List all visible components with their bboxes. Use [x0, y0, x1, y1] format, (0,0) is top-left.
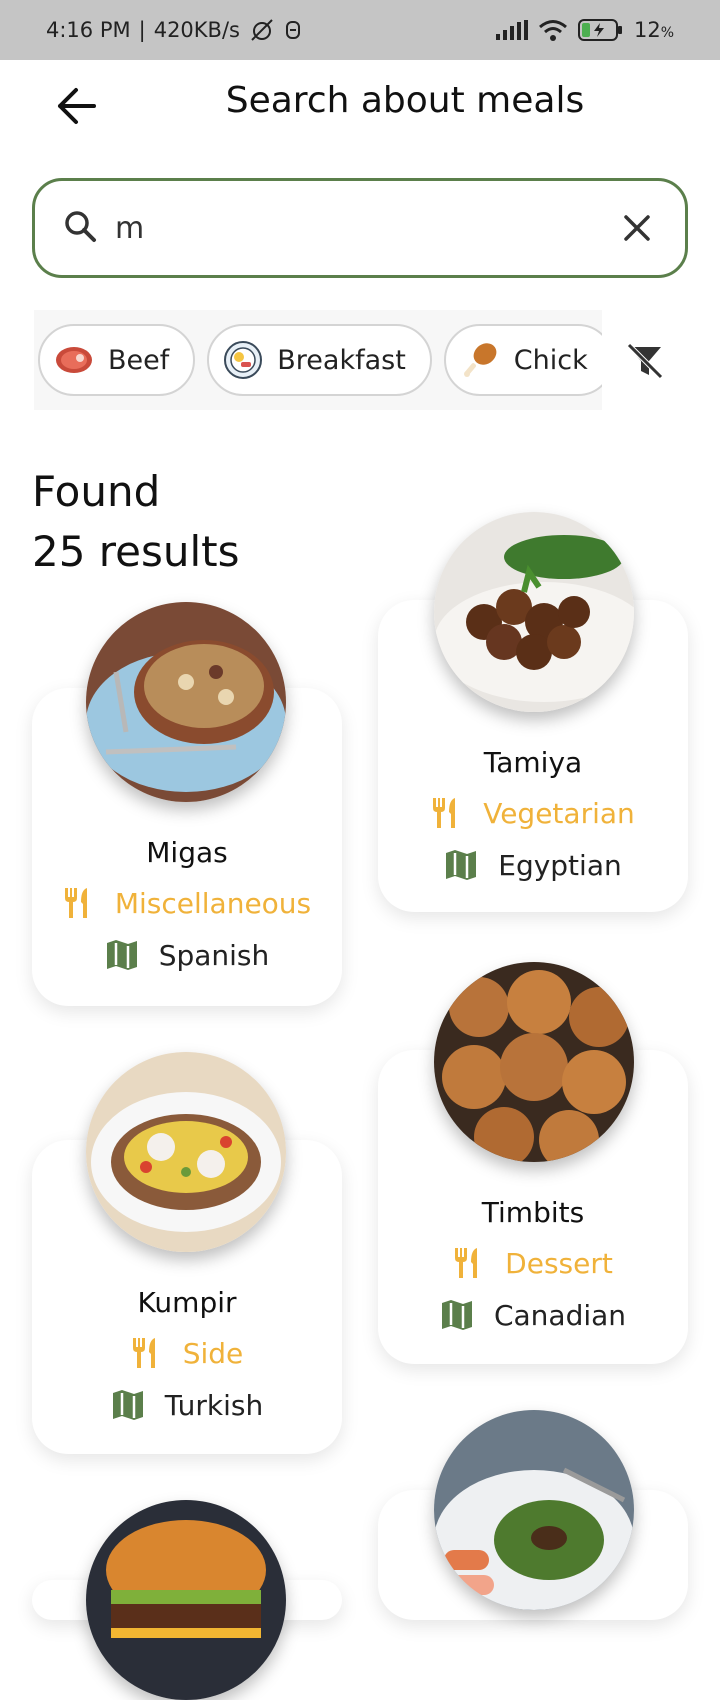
search-icon: [63, 209, 97, 247]
meal-area-row: Egyptian: [378, 848, 688, 882]
meal-category: Dessert: [505, 1246, 613, 1280]
meal-name: Timbits: [481, 1196, 585, 1229]
app-bar: Search about meals: [0, 60, 720, 150]
status-separator: |: [138, 18, 146, 42]
meal-category: Vegetarian: [483, 796, 635, 830]
drumstick-icon: [460, 340, 500, 380]
map-icon: [446, 850, 477, 880]
fork-knife-icon: [433, 798, 456, 828]
alarm-off-icon: [248, 18, 276, 42]
meal-area-row: Canadian: [378, 1298, 688, 1332]
fork-knife-icon: [455, 1248, 478, 1278]
meal-image[interactable]: [86, 1052, 286, 1252]
search-input[interactable]: [115, 210, 617, 246]
chip-breakfast[interactable]: Breakfast: [207, 324, 432, 396]
page-title: Search about meals: [225, 80, 585, 121]
signal-icon: [495, 20, 528, 40]
battery-level: 12%: [633, 18, 674, 42]
meal-category-row: Side: [32, 1336, 342, 1370]
meal-image[interactable]: [434, 512, 634, 712]
clear-search-button[interactable]: [617, 208, 657, 248]
meal-image[interactable]: [434, 1410, 634, 1610]
steak-icon: [54, 340, 94, 380]
meal-image[interactable]: [434, 962, 634, 1162]
status-time: 4:16 PM: [46, 18, 131, 42]
meal-area-row: Turkish: [32, 1388, 342, 1422]
close-icon: [624, 215, 650, 241]
meal-name: Tamiya: [483, 746, 583, 779]
category-chips[interactable]: Beef Breakfast Chick: [34, 310, 602, 410]
chip-label: Chick: [513, 344, 588, 376]
meal-area: Egyptian: [498, 848, 622, 882]
map-icon: [441, 1300, 472, 1330]
meal-category: Miscellaneous: [114, 886, 312, 920]
meal-area: Spanish: [158, 938, 270, 972]
status-right: 12%: [495, 18, 674, 42]
chip-label: Beef: [108, 344, 170, 376]
meal-area-row: Spanish: [32, 938, 342, 972]
battery-icon: [577, 18, 624, 42]
meal-category-row: Miscellaneous: [32, 886, 342, 920]
meal-name: Kumpir: [137, 1286, 237, 1319]
meal-image[interactable]: [86, 1500, 286, 1700]
chip-label: Breakfast: [277, 344, 406, 376]
fork-knife-icon: [64, 888, 87, 918]
map-icon: [112, 1390, 143, 1420]
chip-beef[interactable]: Beef: [38, 324, 196, 396]
meal-category-row: Vegetarian: [378, 796, 688, 830]
results-number: 25 results: [32, 527, 240, 576]
meal-name: Migas: [146, 836, 228, 869]
chip-chicken[interactable]: Chick: [443, 324, 602, 396]
meal-area: Turkish: [164, 1388, 264, 1422]
status-bar: 4:16 PM | 420KB/s 12%: [0, 0, 720, 60]
meal-category: Side: [182, 1336, 244, 1370]
notification-icon: [284, 19, 302, 41]
meal-image[interactable]: [86, 602, 286, 802]
clear-filter-button[interactable]: [620, 336, 670, 386]
meal-area: Canadian: [493, 1298, 627, 1332]
status-speed: 420KB/s: [153, 18, 240, 42]
meal-category-row: Dessert: [378, 1246, 688, 1280]
search-box[interactable]: [32, 178, 688, 278]
map-icon: [106, 940, 137, 970]
wifi-icon: [538, 19, 568, 41]
status-left: 4:16 PM | 420KB/s: [46, 18, 302, 42]
filter-off-icon: [627, 343, 663, 379]
fork-knife-icon: [132, 1338, 155, 1368]
breakfast-plate-icon: [223, 340, 263, 380]
results-label: Found: [32, 467, 161, 516]
results-count: Found 25 results: [32, 462, 240, 582]
